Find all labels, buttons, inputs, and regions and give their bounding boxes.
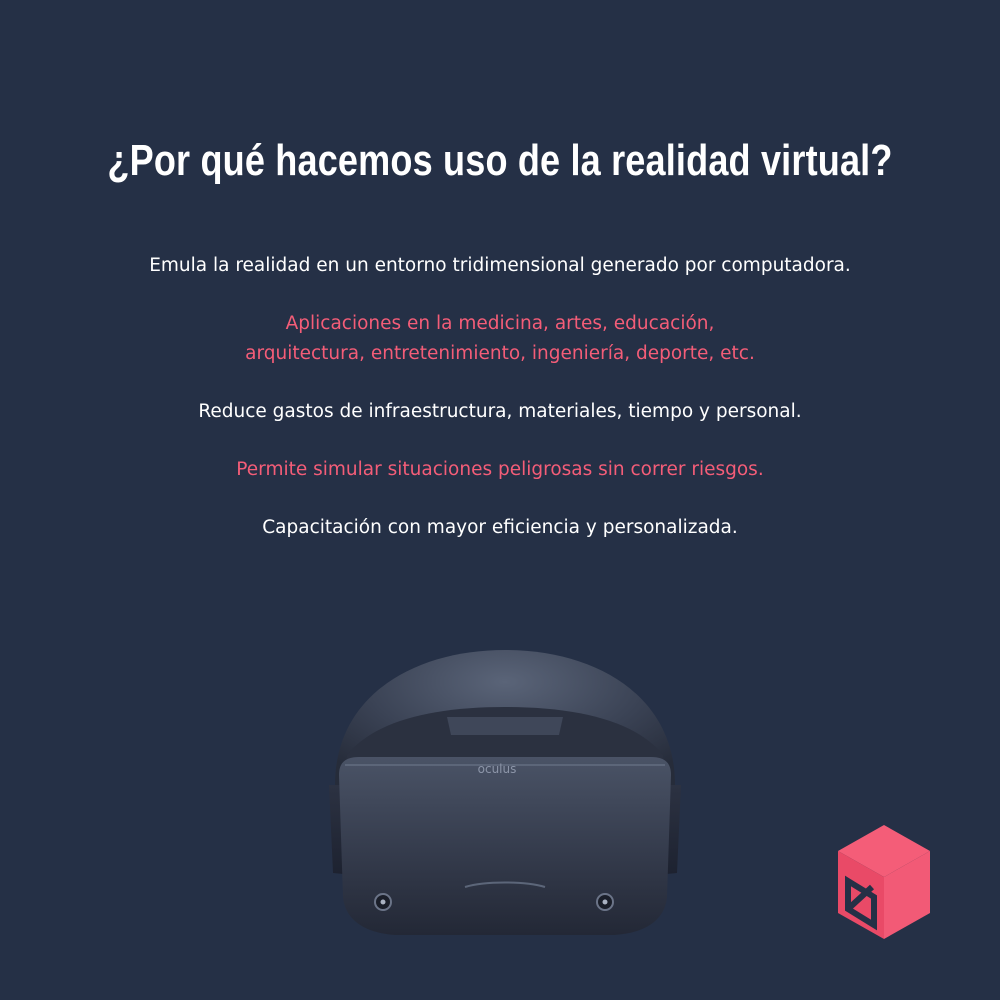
vr-headset-image: oculus [329,650,681,935]
benefit-line: Capacitación con mayor eficiencia y pers… [262,517,738,538]
page-title: ¿Por qué hacemos uso de la realidad virt… [107,136,893,186]
benefit-line: Permite simular situaciones peligrosas s… [236,459,764,480]
benefit-line: Aplicaciones en la medicina, artes, educ… [285,313,715,334]
benefit-line: Reduce gastos de infraestructura, materi… [198,401,802,422]
cube-logo-icon [838,825,930,939]
headset-brand-text: oculus [478,762,517,776]
benefits-list: Emula la realidad en un entorno tridimen… [0,251,1000,571]
benefit-training: Capacitación con mayor eficiencia y pers… [0,513,1000,543]
benefit-emulation: Emula la realidad en un entorno tridimen… [0,251,1000,281]
benefit-applications: Aplicaciones en la medicina, artes, educ… [0,309,1000,369]
benefit-line: Emula la realidad en un entorno tridimen… [149,255,851,276]
benefit-cost-reduction: Reduce gastos de infraestructura, materi… [0,397,1000,427]
benefit-safety: Permite simular situaciones peligrosas s… [0,455,1000,485]
benefit-line: arquitectura, entretenimiento, ingenierí… [245,343,755,364]
